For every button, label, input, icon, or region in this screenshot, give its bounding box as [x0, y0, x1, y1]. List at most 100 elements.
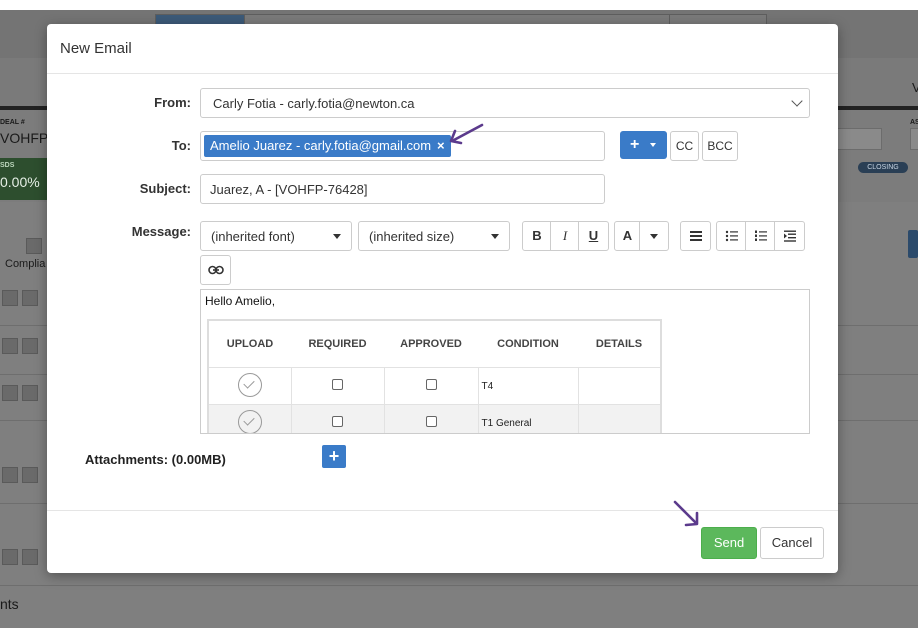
bg-bottom-text: nts	[0, 596, 19, 612]
font-color-button[interactable]: A	[614, 221, 641, 251]
approved-checkbox[interactable]	[425, 379, 437, 390]
bullet-list-button[interactable]	[716, 221, 747, 251]
details-cell	[577, 367, 662, 405]
bg-side-button	[908, 230, 918, 258]
link-icon	[207, 265, 224, 275]
required-cell	[290, 404, 385, 433]
numbered-list-button[interactable]	[745, 221, 776, 251]
font-family-value: (inherited font)	[211, 229, 295, 244]
message-editor[interactable]: Hello Amelio, UPLOAD REQUIRED APPROVED C…	[200, 289, 810, 434]
bg-row-icon	[2, 385, 18, 401]
from-label: From:	[154, 95, 191, 110]
chevron-down-icon	[791, 95, 803, 107]
check-circle-icon[interactable]	[237, 372, 262, 397]
required-cell	[290, 367, 385, 405]
recipient-chip[interactable]: Amelio Juarez - carly.fotia@gmail.com ×	[204, 135, 451, 157]
table-row: T4	[207, 367, 662, 405]
attachments-label: Attachments: (0.00MB)	[85, 452, 226, 467]
modal-title: New Email	[60, 40, 132, 57]
bg-select	[910, 128, 918, 150]
cc-button[interactable]: CC	[670, 131, 699, 161]
bg-compliance-label: Complia	[5, 258, 46, 270]
approved-checkbox[interactable]	[425, 416, 437, 427]
bg-row-icon	[22, 385, 38, 401]
font-family-select[interactable]: (inherited font)	[200, 221, 352, 251]
to-field[interactable]: Amelio Juarez - carly.fotia@gmail.com ×	[200, 131, 605, 161]
annotation-arrow-icon	[673, 500, 699, 527]
condition-cell: T4	[477, 367, 579, 405]
to-label: To:	[171, 138, 191, 153]
caret-down-icon	[333, 234, 341, 239]
subject-value: Juarez, A - [VOHFP-76428]	[210, 182, 368, 197]
caret-down-icon	[650, 234, 658, 239]
subject-input[interactable]: Juarez, A - [VOHFP-76428]	[200, 174, 605, 204]
conditions-table: UPLOAD REQUIRED APPROVED CONDITION DETAI…	[207, 319, 662, 433]
bg-row-icon	[22, 290, 38, 306]
table-row: T1 General	[207, 404, 662, 433]
required-checkbox[interactable]	[332, 416, 343, 427]
send-button[interactable]: Send	[701, 527, 757, 559]
insert-link-button[interactable]	[200, 255, 231, 285]
bullet-list-icon	[725, 230, 738, 242]
indent-button[interactable]	[774, 221, 805, 251]
subject-label: Subject:	[139, 181, 191, 196]
column-header: APPROVED	[400, 338, 462, 350]
approved-cell	[383, 404, 479, 433]
italic-button[interactable]: I	[550, 221, 580, 251]
details-cell	[577, 404, 662, 433]
column-header: DETAILS	[595, 338, 643, 350]
align-justify-icon	[689, 231, 702, 241]
font-color-dropdown[interactable]	[639, 221, 669, 251]
upload-cell	[207, 404, 292, 433]
numbered-list-icon	[754, 230, 767, 241]
cancel-button[interactable]: Cancel	[760, 527, 824, 559]
message-greeting: Hello Amelio,	[205, 294, 276, 308]
required-checkbox[interactable]	[332, 379, 343, 390]
underline-button[interactable]: U	[578, 221, 609, 251]
bg-select	[836, 128, 882, 150]
column-header: UPLOAD	[226, 338, 274, 350]
bold-button[interactable]: B	[522, 221, 552, 251]
font-size-value: (inherited size)	[369, 229, 455, 244]
bg-top-strip	[0, 0, 918, 10]
modal-footer-divider	[47, 510, 838, 511]
table-header-row: UPLOAD REQUIRED APPROVED CONDITION DETAI…	[208, 320, 661, 368]
column-header: CONDITION	[497, 338, 559, 350]
plus-icon: +	[630, 136, 640, 153]
bcc-button[interactable]: BCC	[702, 131, 738, 161]
remove-recipient-icon[interactable]: ×	[437, 138, 445, 153]
upload-cell	[207, 367, 292, 405]
bg-right-small: AS	[910, 119, 918, 126]
bg-row-icon	[22, 338, 38, 354]
column-header: REQUIRED	[308, 338, 367, 350]
font-size-select[interactable]: (inherited size)	[358, 221, 510, 251]
new-email-modal: New Email From: Carly Fotia - carly.foti…	[47, 24, 838, 573]
bg-amount-value: 0.00%	[0, 174, 40, 190]
bg-row-icon	[2, 290, 18, 306]
check-circle-icon[interactable]	[237, 409, 262, 433]
caret-down-icon	[650, 143, 656, 147]
from-value: Carly Fotia - carly.fotia@newton.ca	[213, 96, 415, 111]
align-button[interactable]	[680, 221, 711, 251]
bg-closing-badge: CLOSING	[858, 162, 908, 173]
bg-row-icon	[2, 467, 18, 483]
bg-compliance-icon	[26, 238, 42, 254]
bg-row-icon	[22, 549, 38, 565]
annotation-arrow-icon	[449, 123, 484, 145]
bg-row-icon	[2, 338, 18, 354]
condition-cell: T1 General	[477, 404, 579, 433]
from-select[interactable]: Carly Fotia - carly.fotia@newton.ca	[200, 88, 810, 118]
add-recipient-button[interactable]: +	[620, 131, 667, 159]
indent-icon	[783, 230, 796, 242]
add-attachment-button[interactable]: +	[322, 445, 346, 468]
bg-amount-label: SDS	[0, 162, 15, 169]
bg-right-label: V	[912, 80, 918, 95]
bg-row-icon	[2, 549, 18, 565]
bg-deal-label: DEAL #	[0, 119, 25, 126]
caret-down-icon	[491, 234, 499, 239]
bg-row-divider	[0, 585, 918, 586]
approved-cell	[383, 367, 479, 405]
modal-header: New Email	[47, 24, 838, 74]
message-label: Message:	[131, 224, 191, 239]
recipient-chip-label: Amelio Juarez - carly.fotia@gmail.com	[210, 138, 432, 153]
